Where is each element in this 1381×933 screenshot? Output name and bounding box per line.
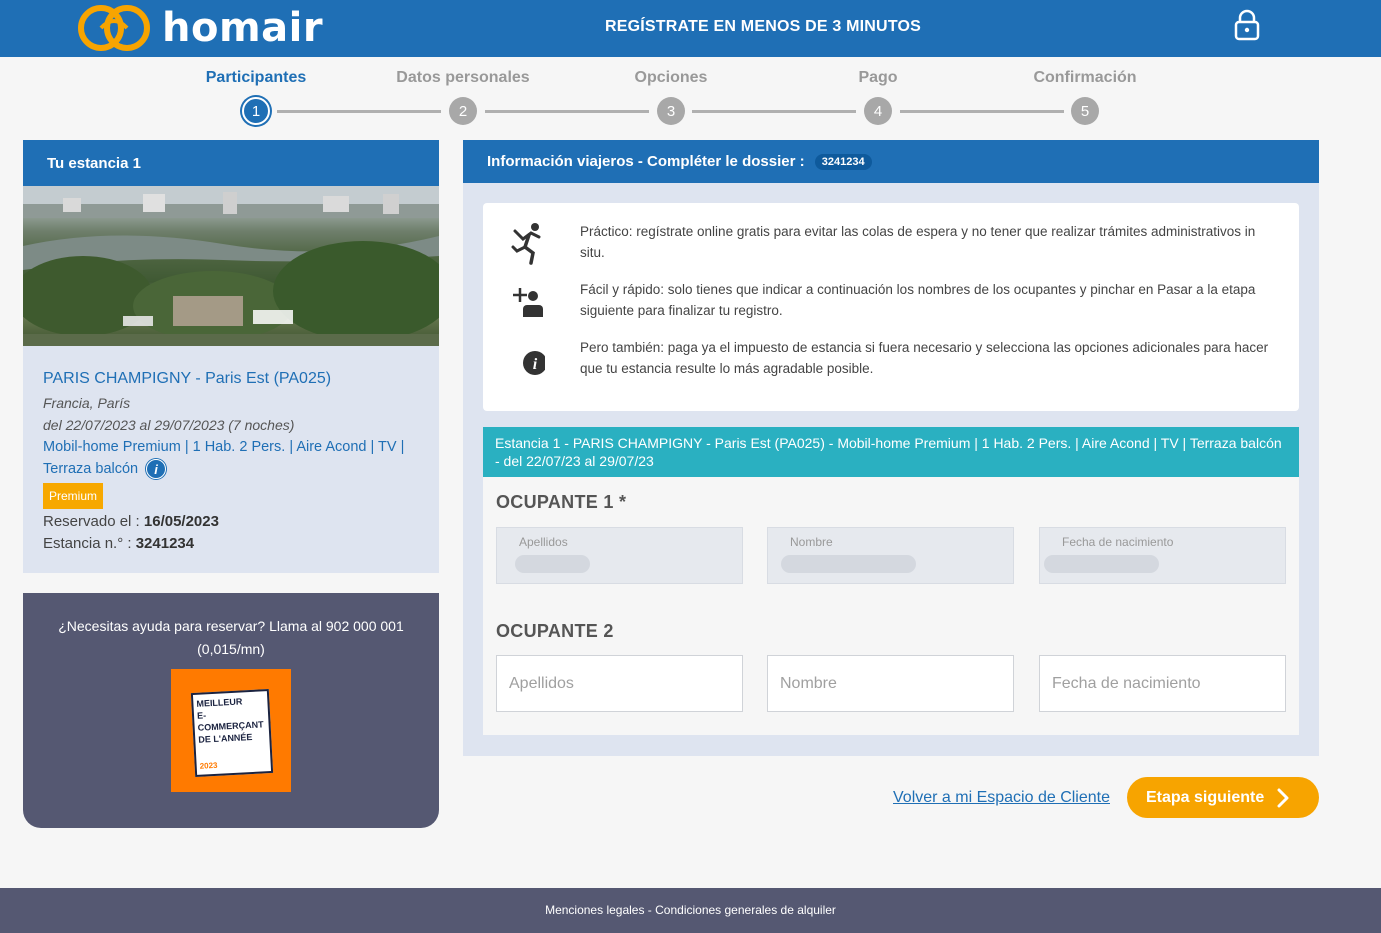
back-to-customer-area-link[interactable]: Volver a mi Espacio de Cliente: [893, 789, 1110, 807]
step-label-participantes: Participantes: [205, 69, 307, 86]
footer: Menciones legales - Condiciones generale…: [0, 888, 1381, 933]
benefit-practical-text: Práctico: regístrate online gratis para …: [580, 224, 1256, 260]
occupant-1-birthdate-label: Fecha de nacimiento: [1062, 535, 1174, 549]
booking-date-value: 16/05/2023: [143, 513, 219, 530]
dossier-number-badge: 3241234: [814, 154, 872, 170]
help-box: ¿Necesitas ayuda para reservar? Llama al…: [23, 593, 439, 828]
step-circle-5: 5: [1071, 97, 1099, 125]
award-badge: MEILLEUR E-COMMERÇANT DE L'ANNÉE 2023: [171, 669, 291, 792]
occupant-1-birthdate-field: Fecha de nacimiento: [1039, 527, 1286, 584]
occupant-2-firstname-field[interactable]: [767, 655, 1014, 712]
header-title: REGÍSTRATE EN MENOS DE 3 MINUTOS: [604, 18, 922, 35]
accommodation-description: Mobil-home Premium | 1 Hab. 2 Pers. | Ai…: [43, 436, 419, 480]
step-circle-3: 3: [657, 97, 685, 125]
accommodation-text: Mobil-home Premium | 1 Hab. 2 Pers. | Ai…: [43, 439, 405, 477]
stay-number: Estancia n.° : 3241234: [43, 533, 419, 555]
step-connector: [692, 110, 856, 113]
travelers-info-heading: Información viajeros - Compléter le doss…: [463, 140, 1319, 183]
logo-rings-icon: [78, 5, 150, 51]
accommodation-info-icon[interactable]: i: [146, 459, 167, 480]
top-bar: homair REGÍSTRATE EN MENOS DE 3 MINUTOS: [0, 0, 1381, 57]
homair-logo[interactable]: homair: [76, 2, 323, 54]
step-circle-4: 4: [864, 97, 892, 125]
award-line-2: E-COMMERÇANT: [196, 710, 264, 733]
occupants-form: OCUPANTE 1 * Apellidos Nombre Fecha de n…: [483, 477, 1299, 735]
step-label-confirmacion: Confirmación: [1033, 69, 1137, 86]
occupant-2-lastname-input[interactable]: [497, 656, 742, 711]
occupant-1-lastname-label: Apellidos: [519, 535, 568, 549]
occupant-2-lastname-field[interactable]: [496, 655, 743, 712]
chevron-right-icon: [1277, 788, 1289, 807]
occupant-2-birthdate-field[interactable]: [1039, 655, 1286, 712]
travelers-info-title: Información viajeros - Compléter le doss…: [487, 153, 805, 170]
occupant-2-birthdate-input[interactable]: [1040, 656, 1285, 711]
occupant-1-lastname-value: [515, 555, 590, 573]
occupant-1-firstname-field: Nombre: [767, 527, 1014, 584]
booking-date: Reservado el : 16/05/2023: [43, 511, 419, 533]
step-circle-1: 1: [242, 97, 270, 125]
occupant-1-birthdate-value: [1044, 555, 1159, 573]
award-line-3: DE L'ANNÉE: [198, 731, 253, 745]
stay-number-value: 3241234: [135, 535, 195, 552]
occupant-2-title: OCUPANTE 2: [496, 621, 614, 641]
occupant-1-firstname-label: Nombre: [790, 535, 833, 549]
step-label-pago: Pago: [858, 69, 898, 86]
step-connector: [277, 110, 441, 113]
award-year: 2023: [199, 760, 218, 771]
campsite-photo: [23, 186, 439, 346]
step-label-opciones: Opciones: [634, 69, 708, 86]
travelers-info-panel: Información viajeros - Compléter le doss…: [463, 140, 1319, 756]
step-connector: [900, 110, 1064, 113]
stay-number-label: Estancia n.° :: [43, 535, 136, 552]
next-step-label: Etapa siguiente: [1146, 788, 1265, 806]
booking-date-label: Reservado el :: [43, 513, 144, 530]
campsite-name[interactable]: PARIS CHAMPIGNY - Paris Est (PA025): [43, 368, 419, 390]
step-label-datos-personales: Datos personales: [396, 69, 530, 86]
campsite-location: Francia, París: [43, 395, 131, 411]
lock-icon: [1234, 9, 1260, 41]
benefit-extra-text: Pero también: paga ya el impuesto de est…: [580, 340, 1269, 376]
campsite-aerial-image: [23, 186, 439, 346]
stay-summary-heading: Tu estancia 1: [23, 140, 439, 186]
premium-badge: Premium: [43, 483, 104, 509]
add-person-icon: [513, 288, 543, 317]
occupant-1-title: OCUPANTE 1 *: [496, 492, 627, 512]
logo-text: homair: [162, 5, 324, 51]
svg-text:i: i: [533, 356, 538, 373]
step-circle-2: 2: [449, 97, 477, 125]
runner-icon: [511, 223, 541, 265]
occupant-1-firstname-value: [781, 555, 916, 573]
stay-summary-card: Tu estancia 1 PARIS CHAMPIGNY - Paris Es…: [23, 140, 439, 573]
next-step-button[interactable]: Etapa siguiente: [1127, 777, 1319, 818]
help-phone-text: ¿Necesitas ayuda para reservar? Llama al…: [58, 618, 404, 657]
footer-links[interactable]: Menciones legales - Condiciones generale…: [545, 903, 836, 917]
step-connector: [485, 110, 649, 113]
progress-steps: Participantes Datos personales Opciones …: [0, 57, 1381, 127]
stay-summary-bar: Estancia 1 - PARIS CHAMPIGNY - Paris Est…: [483, 427, 1299, 477]
occupant-2-firstname-input[interactable]: [768, 656, 1013, 711]
stay-dates: del 22/07/2023 al 29/07/2023 (7 noches): [43, 417, 295, 433]
benefits-box: Práctico: regístrate online gratis para …: [483, 203, 1299, 411]
benefit-fast-text: Fácil y rápido: solo tienes que indicar …: [580, 282, 1256, 318]
info-icon: i: [523, 351, 545, 375]
award-card: MEILLEUR E-COMMERÇANT DE L'ANNÉE 2023: [190, 689, 274, 777]
occupant-1-lastname-field: Apellidos: [496, 527, 743, 584]
